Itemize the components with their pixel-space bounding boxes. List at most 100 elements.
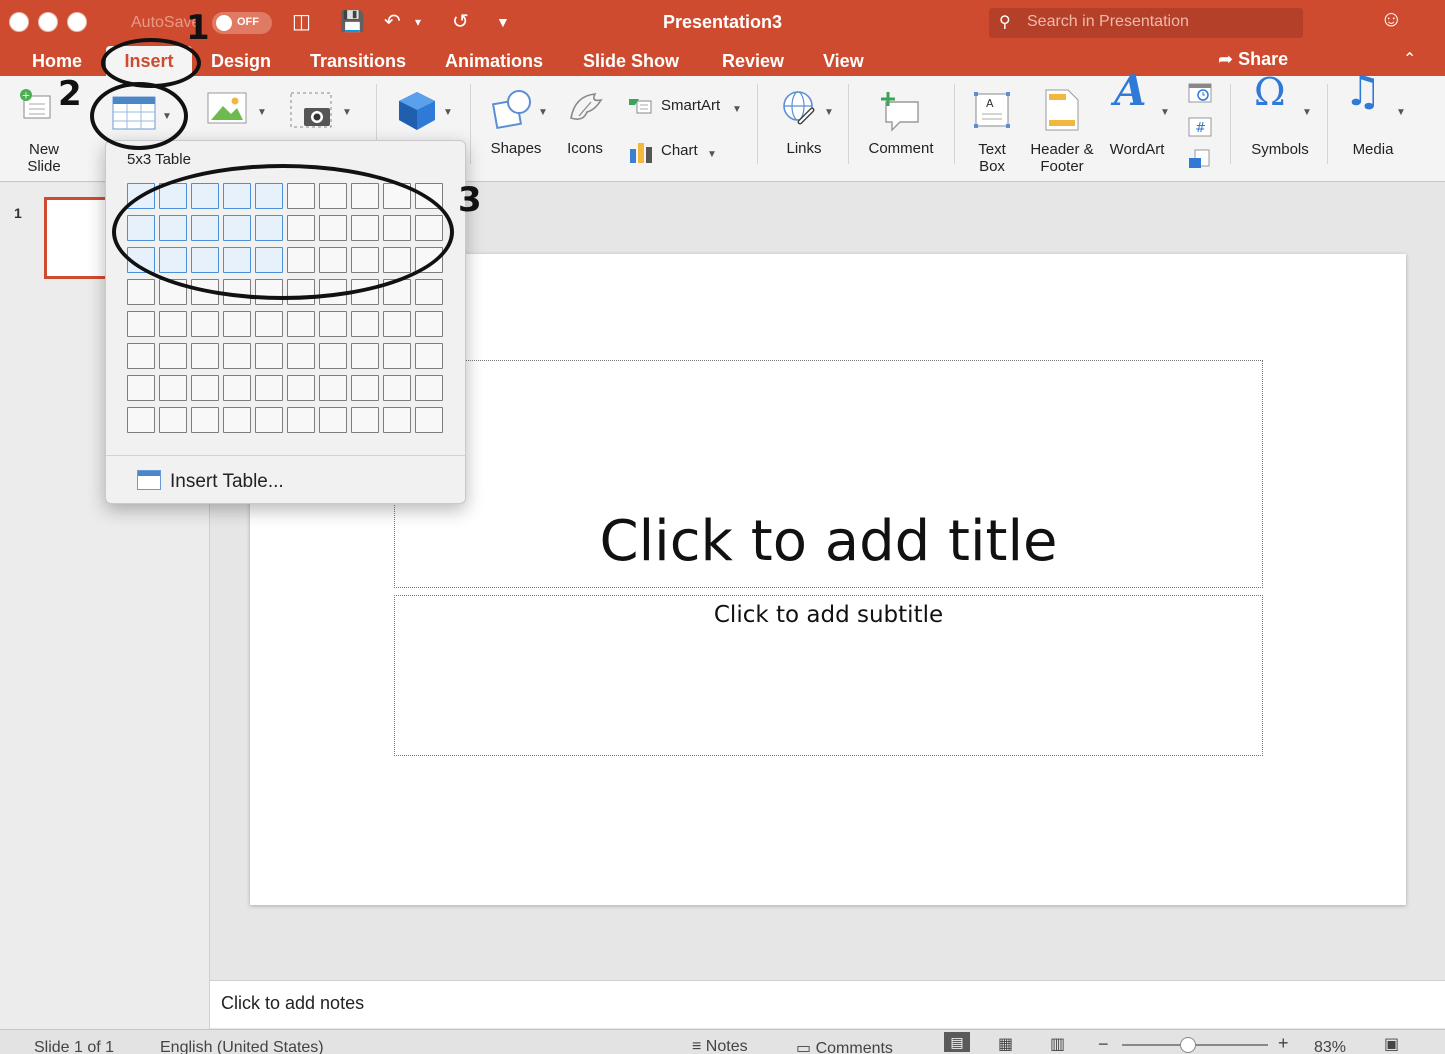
shapes-icon — [491, 90, 531, 130]
tab-review[interactable]: Review — [722, 51, 784, 72]
zoom-level[interactable]: 83% — [1314, 1039, 1346, 1054]
tab-home[interactable]: Home — [32, 51, 82, 72]
table-grid-cell[interactable] — [159, 311, 187, 337]
zoom-slider-track[interactable] — [1122, 1037, 1268, 1053]
table-grid-cell[interactable] — [255, 407, 283, 433]
table-grid-cell[interactable] — [255, 375, 283, 401]
table-grid-cell[interactable] — [255, 311, 283, 337]
search-box[interactable]: ⚲ — [989, 8, 1303, 38]
zoom-out-icon[interactable]: − — [1098, 1034, 1109, 1054]
notes-button[interactable]: ≡ Notes — [692, 1038, 748, 1054]
table-grid-cell[interactable] — [159, 407, 187, 433]
subtitle-placeholder[interactable]: Click to add subtitle — [394, 595, 1263, 756]
table-grid-cell[interactable] — [191, 311, 219, 337]
table-grid-cell[interactable] — [351, 375, 379, 401]
table-grid-cell[interactable] — [127, 311, 155, 337]
table-grid-cell[interactable] — [319, 311, 347, 337]
header-footer-button[interactable]: Header & Footer — [1024, 86, 1100, 176]
table-grid-cell[interactable] — [223, 407, 251, 433]
table-grid-cell[interactable] — [415, 311, 443, 337]
camera-icon — [290, 92, 332, 128]
table-grid-cell[interactable] — [287, 343, 315, 369]
chart-button[interactable]: Chart ▼ — [625, 137, 725, 163]
tab-transitions[interactable]: Transitions — [310, 51, 406, 72]
table-grid-cell[interactable] — [223, 375, 251, 401]
table-grid-cell[interactable] — [383, 407, 411, 433]
table-grid-cell[interactable] — [159, 343, 187, 369]
zoom-in-icon[interactable]: + — [1278, 1033, 1289, 1054]
table-grid-cell[interactable] — [415, 279, 443, 305]
table-grid-cell[interactable] — [319, 407, 347, 433]
comments-button[interactable]: ▭ Comments — [796, 1038, 893, 1054]
table-grid-cell[interactable] — [415, 375, 443, 401]
slide-sorter-icon[interactable]: ▦ — [998, 1034, 1013, 1054]
table-grid-cell[interactable] — [351, 311, 379, 337]
table-grid-cell[interactable] — [159, 375, 187, 401]
tab-view[interactable]: View — [823, 51, 864, 72]
table-grid-cell[interactable] — [383, 311, 411, 337]
insert-table-menu-item[interactable]: Insert Table... — [136, 467, 436, 495]
ribbon-separator — [1230, 84, 1231, 164]
table-grid-cell[interactable] — [319, 375, 347, 401]
comment-icon — [881, 92, 919, 132]
table-grid-cell[interactable] — [191, 343, 219, 369]
status-bar: Slide 1 of 1 English (United States) ≡ N… — [0, 1029, 1445, 1054]
slideshow-view-icon[interactable]: ▥ — [1050, 1034, 1065, 1054]
3d-models-button[interactable]: ▼ — [393, 88, 453, 132]
symbols-button[interactable]: Ω ▼ Symbols — [1240, 73, 1320, 166]
wordart-label: WordArt — [1109, 141, 1165, 158]
media-button[interactable]: ♫ ▼ Media — [1338, 70, 1408, 166]
screenshot-button[interactable]: ▼ — [288, 90, 352, 130]
normal-view-icon[interactable]: ▤ — [944, 1032, 970, 1052]
table-grid-cell[interactable] — [223, 311, 251, 337]
object-button[interactable] — [1187, 148, 1213, 172]
icons-button[interactable]: Icons — [557, 86, 613, 166]
header-footer-icon — [1045, 89, 1079, 131]
comment-button[interactable]: Comment — [860, 86, 942, 166]
table-grid-cell[interactable] — [255, 343, 283, 369]
table-grid-cell[interactable] — [415, 407, 443, 433]
smartart-button[interactable]: SmartArt ▼ — [625, 93, 745, 119]
pictures-button[interactable]: ▼ — [205, 90, 267, 130]
tab-slide-show[interactable]: Slide Show — [583, 51, 679, 72]
table-grid-cell[interactable] — [319, 343, 347, 369]
slide-number-button[interactable]: # — [1187, 116, 1213, 138]
table-grid-cell[interactable] — [287, 375, 315, 401]
collapse-ribbon-icon[interactable]: ⌃ — [1403, 49, 1416, 69]
notes-pane[interactable]: Click to add notes — [210, 980, 1445, 1028]
table-grid-cell[interactable] — [127, 375, 155, 401]
wordart-button[interactable]: A ▼ WordArt — [1104, 70, 1170, 166]
table-grid-cell[interactable] — [351, 343, 379, 369]
table-icon — [137, 470, 161, 490]
tab-design[interactable]: Design — [211, 51, 271, 72]
share-button[interactable]: ➦ Share — [1218, 49, 1288, 70]
table-grid-cell[interactable] — [351, 407, 379, 433]
shapes-button[interactable]: ▼ Shapes — [485, 86, 548, 166]
table-grid-cell[interactable] — [415, 343, 443, 369]
table-grid-cell[interactable] — [191, 407, 219, 433]
smiley-icon[interactable]: ☺ — [1380, 6, 1402, 32]
table-grid-cell[interactable] — [383, 375, 411, 401]
table-grid-cell[interactable] — [191, 375, 219, 401]
ribbon-separator — [757, 84, 758, 164]
chevron-down-icon: ▼ — [824, 107, 834, 118]
links-button[interactable]: ▼ Links — [772, 86, 836, 166]
date-time-button[interactable] — [1187, 82, 1213, 104]
table-grid-cell[interactable] — [383, 343, 411, 369]
text-box-button[interactable]: A Text Box — [966, 86, 1018, 176]
zoom-slider-knob[interactable] — [1180, 1037, 1196, 1053]
thumbnail-number: 1 — [14, 205, 22, 221]
table-grid-cell[interactable] — [127, 343, 155, 369]
tab-animations[interactable]: Animations — [445, 51, 543, 72]
notes-icon: ≡ — [692, 1038, 702, 1054]
shapes-label: Shapes — [490, 140, 542, 157]
table-grid-cell[interactable] — [127, 407, 155, 433]
fit-to-window-icon[interactable]: ▣ — [1384, 1034, 1399, 1054]
table-grid-cell[interactable] — [223, 343, 251, 369]
title-placeholder[interactable]: Click to add title — [394, 360, 1263, 588]
table-grid-cell[interactable] — [287, 311, 315, 337]
table-grid-cell[interactable] — [127, 279, 155, 305]
table-grid-cell[interactable] — [287, 407, 315, 433]
search-input[interactable] — [1027, 13, 1287, 31]
language-indicator[interactable]: English (United States) — [160, 1039, 324, 1054]
